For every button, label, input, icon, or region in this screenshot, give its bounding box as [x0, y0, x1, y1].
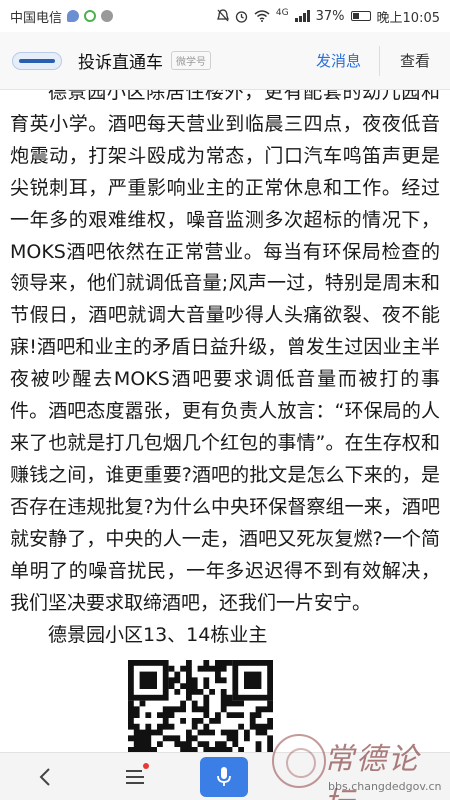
account-title: 投诉直通车 [78, 53, 163, 73]
article-content: 德景园小区除居住楼外，更有配套的幼儿园和育英小学。酒吧每天营业到临晨三四点，夜夜… [0, 90, 450, 650]
status-bar: 中国电信 4G 37% 晚上10:05 [0, 0, 450, 32]
qr-code[interactable] [128, 660, 273, 760]
back-button[interactable] [0, 753, 90, 800]
network-label: 4G [275, 7, 289, 18]
wifi-icon [254, 10, 270, 22]
view-button[interactable]: 查看 [392, 44, 438, 77]
alarm-icon [235, 10, 248, 23]
signal-icon [294, 10, 310, 22]
status-left: 中国电信 [10, 7, 114, 26]
back-icon [39, 767, 50, 786]
chat-icon [67, 10, 80, 22]
watermark-seal-icon [272, 734, 326, 788]
carrier-label: 中国电信 [10, 10, 63, 26]
voice-input-button[interactable] [200, 756, 248, 797]
time-label: 晚上10:05 [376, 10, 440, 26]
article-paragraph: 德景园小区除居住楼外，更有配套的幼儿园和育英小学。酒吧每天营业到临晨三四点，夜夜… [10, 90, 440, 614]
ring-icon [84, 10, 97, 22]
mic-icon [217, 766, 231, 786]
account-logo [12, 51, 62, 70]
dot-icon [101, 10, 114, 22]
header-divider [378, 45, 380, 76]
status-right: 4G 37% 晚上10:05 [217, 7, 440, 26]
forum-watermark: 常德论坛 bbs.changdedgov.cn [268, 732, 450, 800]
account-tag: 微学号 [171, 51, 211, 70]
mute-icon [217, 9, 229, 22]
app-header: 投诉直通车 微学号 发消息 查看 [0, 32, 450, 90]
watermark-url: bbs.changdedgov.cn [328, 780, 442, 793]
article-signature: 德景园小区13、14栋业主 [48, 624, 268, 647]
send-message-button[interactable]: 发消息 [312, 44, 365, 77]
battery-label: 37% [315, 8, 345, 24]
notification-dot [143, 762, 149, 769]
battery-icon [350, 11, 371, 21]
menu-button[interactable] [90, 753, 180, 800]
menu-icon [126, 769, 144, 784]
qr-code-image [128, 660, 273, 760]
